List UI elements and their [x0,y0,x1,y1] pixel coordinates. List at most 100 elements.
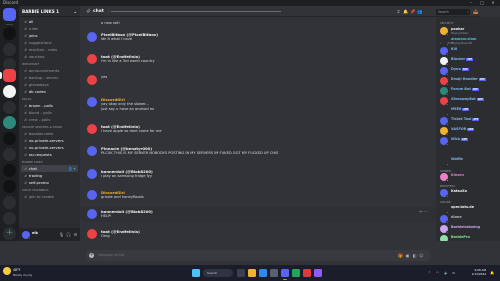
member-item[interactable]: xper.tots.de [438,204,498,214]
message-avatar[interactable] [87,75,97,85]
channel-item[interactable]: # giveaways [21,81,78,88]
member-item[interactable]: Ticket Tool APP [438,116,498,126]
channel-topic[interactable] [111,6,281,17]
channel-item[interactable]: # suggestions [21,39,78,46]
message-avatar[interactable] [87,54,97,64]
member-item[interactable]: Emoji Handler APP [438,76,498,86]
invite-icon[interactable]: 👤+ [68,165,76,172]
server-icon-selected[interactable] [3,69,16,82]
sticker-icon[interactable]: ◧ [412,253,417,258]
member-list-icon[interactable]: 👥 [417,9,422,14]
app-taskbar-icon[interactable] [314,269,322,277]
member-item[interactable]: Kinsen [438,172,498,182]
server-icon[interactable] [3,101,16,114]
channel-item[interactable]: # ssr-requests [21,151,78,158]
channel-item[interactable]: # rules [21,25,78,32]
channel-item[interactable]: # announcements [21,67,78,74]
message-avatar[interactable] [87,209,97,219]
headphones-icon[interactable]: 🎧 [66,232,71,237]
server-icon[interactable] [3,164,16,177]
windows-start-icon[interactable] [192,269,200,277]
channel-item[interactable]: # chat 👤+ [21,165,78,172]
message-avatar[interactable] [87,169,97,179]
channel-item[interactable]: # no-private-servers [21,137,78,144]
server-icon[interactable] [3,180,16,193]
message-actions-icon[interactable]: ↩ ⋯ [419,209,428,214]
emoji-icon[interactable]: ☺ [419,253,424,258]
store-icon[interactable] [270,269,278,277]
close-window-button[interactable]: ✕ [488,0,498,6]
task-view-icon[interactable] [237,269,245,277]
notification-bell-icon[interactable]: 🔔 [490,269,494,277]
discord-taskbar-icon[interactable] [281,269,289,277]
file-explorer-icon[interactable] [248,269,256,277]
member-item[interactable]: Barbieiskissing [438,224,498,234]
volume-icon[interactable]: 🔈 [444,269,448,277]
search-input[interactable]: Search ⌕ [436,8,470,15]
message-avatar[interactable] [87,97,97,107]
channel-item[interactable]: # self-promo [21,179,78,186]
member-item[interactable]: Wick APP [438,136,498,146]
system-clock[interactable]: 9:08 AM 1/13/2024 [464,268,486,276]
attach-plus-icon[interactable]: + [89,253,94,258]
member-item[interactable]: pookar Playing Roblox [438,26,498,36]
message-avatar[interactable] [87,32,97,42]
channel-item[interactable]: # no-private-servers [21,144,78,151]
channel-item[interactable]: # reaction - roles [21,46,78,53]
message-composer[interactable]: + Message #chat 🎁 ▣ ◧ ☺ [86,250,430,261]
microphone-icon[interactable]: 🎙 [59,232,64,237]
server-icon[interactable] [3,148,16,161]
member-item[interactable]: BarbiePro [438,234,498,241]
app-taskbar-icon[interactable] [303,269,311,277]
channel-item[interactable]: # join to create [21,193,78,200]
direct-messages-button[interactable] [3,8,16,21]
channel-item[interactable]: # booster-roles [21,130,78,137]
taskbar-search[interactable]: Search [203,269,233,277]
battery-icon[interactable]: ▭ [452,269,455,277]
member-item[interactable]: Blocker APP [438,56,498,66]
channel-item[interactable]: # db codes [21,88,78,95]
channel-item[interactable]: # blond - polls [21,109,78,116]
member-item[interactable]: dione [438,214,498,224]
bell-icon[interactable]: 🔔 [403,9,408,14]
member-item[interactable]: VASFOR APP [438,126,498,136]
member-item[interactable]: MEE6 APP [438,106,498,116]
server-icon[interactable] [3,196,16,209]
weather-icon[interactable] [3,267,11,275]
server-icon[interactable] [3,27,16,40]
server-icon[interactable] [3,132,16,145]
inbox-icon[interactable]: 📥 [473,9,478,14]
pin-icon[interactable]: 📌 [410,9,415,14]
add-server-button[interactable]: + [3,227,16,240]
gif-icon[interactable]: ▣ [405,253,410,258]
channel-item[interactable]: # joins [21,32,78,39]
message-avatar[interactable] [87,229,97,239]
member-item[interactable]: Forum Bot APP [438,86,498,96]
server-header[interactable]: BARBIE LINKS 1 ⌄ [19,6,80,17]
member-item[interactable]: Wolfie [438,156,498,166]
app-taskbar-icon[interactable] [292,269,300,277]
edge-browser-icon[interactable] [259,269,267,277]
server-icon[interactable] [3,43,16,56]
channel-item[interactable]: # crew - polls [21,116,78,123]
channel-item[interactable]: # vouches [21,53,78,60]
server-icon[interactable] [3,116,16,129]
chevron-up-icon[interactable]: ⌃ [428,269,431,277]
message-avatar[interactable] [87,146,97,156]
gear-icon[interactable]: ⚙ [73,232,78,237]
member-item[interactable]: Dyno APP [438,66,498,76]
member-item[interactable]: Kill [438,46,498,56]
server-icon[interactable] [3,212,16,225]
message-avatar[interactable] [87,124,97,134]
gift-icon[interactable]: 🎁 [398,253,403,258]
wifi-icon[interactable]: ◠ [436,269,439,277]
member-item[interactable]: GiveawayBot APP [438,96,498,106]
message-avatar[interactable] [87,190,97,200]
member-item[interactable]: KatsuXo [438,188,498,198]
server-icon[interactable] [3,85,16,98]
member-item[interactable]: alamoor.slam Playing Minecraft [438,36,498,46]
channel-item[interactable]: # backup - server [21,74,78,81]
channel-item[interactable]: # all [21,18,78,25]
channel-item[interactable]: # brown - polls [21,102,78,109]
channel-item[interactable]: # trading [21,172,78,179]
